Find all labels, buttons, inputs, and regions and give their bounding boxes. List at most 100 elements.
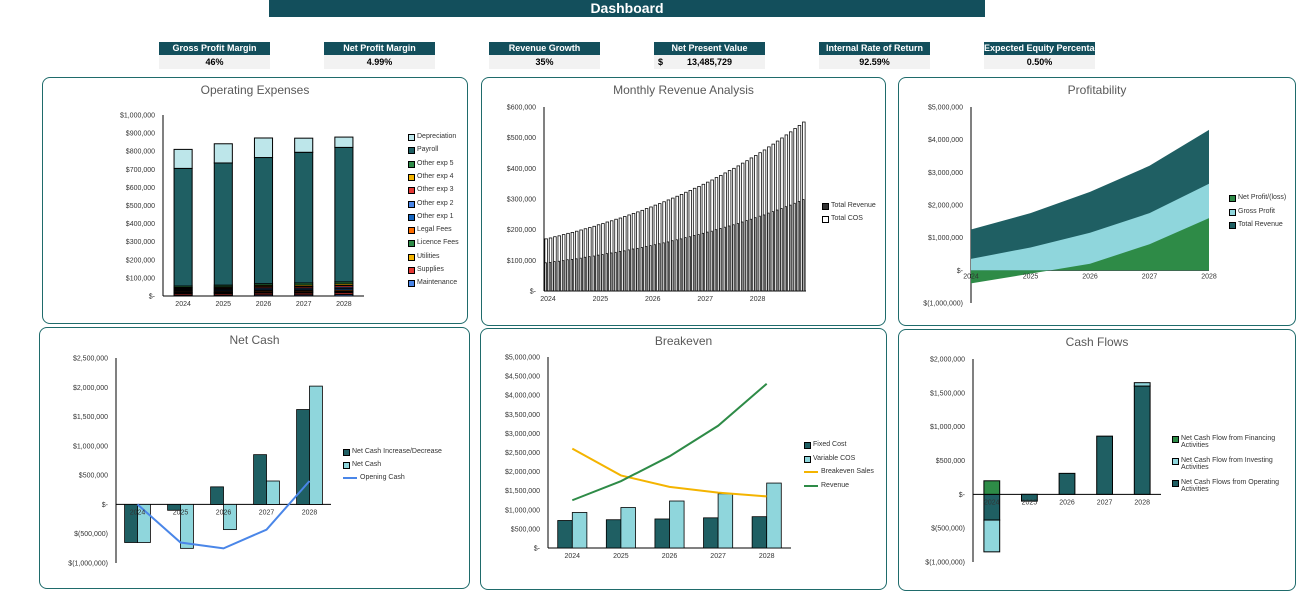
y-tick-label: $5,000,000: [928, 105, 963, 112]
legend-swatch-icon: [343, 462, 350, 469]
legend-item: Utilities: [408, 253, 440, 261]
y-tick-label: $500,000: [126, 203, 155, 210]
legend-swatch-icon: [822, 203, 829, 210]
bar-total-cos: [775, 209, 779, 292]
legend-item: Depreciation: [408, 133, 456, 141]
x-tick-label: 2027: [697, 296, 713, 303]
bar-total-cos: [692, 235, 696, 292]
bar-segment-net-cash-flow-from-investing-activities: [1133, 382, 1151, 387]
bar-net-cash-increase-decrease: [296, 409, 310, 505]
bar-total-cos: [723, 226, 726, 292]
y-tick-label: $4,000,000: [505, 393, 540, 400]
x-tick-label: 2028: [302, 509, 318, 516]
bar-segment-net-cash-flows-from-operating-activities: [1058, 472, 1076, 495]
y-tick-label: $5,000,000: [505, 355, 540, 362]
bar-segment-depreciation: [294, 137, 314, 153]
x-tick-label: 2025: [1023, 273, 1039, 280]
dashboard-title: Dashboard: [269, 0, 985, 17]
bar-net-cash-increase-decrease: [253, 454, 267, 505]
bar-total-cos: [623, 250, 626, 292]
legend-label: Licence Fees: [417, 239, 459, 247]
legend-item: Legal Fees: [408, 226, 452, 235]
bar-total-cos: [631, 248, 635, 292]
y-tick-label: $-: [530, 289, 537, 296]
bar-total-cos: [780, 208, 783, 292]
kpi-label: Revenue Growth: [489, 42, 600, 55]
legend-swatch-icon: [343, 477, 357, 479]
legend-swatch-icon: [408, 160, 415, 168]
legend-item: Gross Profit: [1229, 208, 1275, 216]
legend-item: Net Cash: [343, 461, 381, 469]
legend-label: Opening Cash: [360, 474, 405, 481]
legend-item: Net Cash Flow from Financing Activities: [1172, 435, 1291, 449]
y-tick-label: $500,000: [511, 526, 540, 533]
y-tick-label: $1,500,000: [930, 390, 965, 397]
bar-total-cos: [592, 255, 595, 292]
bar-total-cos: [697, 234, 700, 292]
kpi-value: 13,485,729: [686, 57, 733, 67]
y-tick-label: $900,000: [126, 131, 155, 138]
legend-item: Total Revenue: [822, 202, 876, 210]
legend-label: Fixed Cost: [813, 441, 847, 448]
y-tick-label: $1,000,000: [505, 507, 540, 514]
y-tick-label: $500,000: [79, 473, 108, 480]
x-tick-label: 2027: [1097, 499, 1113, 506]
x-tick-label: 2028: [1134, 499, 1150, 506]
x-tick-label: 2028: [1201, 273, 1217, 280]
chart-canvas: $- $100,000 $200,000 $300,000 $400,000 $500,0…: [120, 113, 364, 308]
legend-swatch-icon: [804, 484, 818, 487]
bar-segment-depreciation: [253, 137, 274, 159]
y-tick-label: $600,000: [126, 185, 155, 192]
bar-variable-cos: [620, 507, 636, 549]
bar-total-cos: [583, 256, 587, 292]
bar-segment-net-cash-flows-from-operating-activities: [1133, 385, 1151, 495]
legend-label: Total Revenue: [831, 202, 876, 209]
y-tick-label: $200,000: [126, 257, 155, 264]
legend-swatch-icon: [408, 253, 415, 261]
legend-label: Other exp 3: [417, 186, 454, 194]
legend-swatch-icon: [408, 213, 415, 221]
kpi-value: 35%: [489, 55, 600, 69]
bar-segment-net-cash-flow-from-investing-activities: [983, 519, 1001, 553]
y-tick-label: $(1,000,000): [925, 560, 965, 567]
legend-item: Supplies: [408, 266, 444, 274]
legend-item: Opening Cash: [343, 474, 405, 481]
bar-total-cos: [605, 253, 608, 292]
x-tick-label: 2028: [759, 553, 775, 560]
legend-item: Net Cash Increase/Decrease: [343, 448, 442, 456]
x-tick-label: 2025: [593, 296, 609, 303]
bar-fixed-cost: [654, 518, 670, 549]
x-tick-label: 2027: [710, 553, 726, 560]
bar-fixed-cost: [703, 517, 719, 549]
legend-swatch-icon: [408, 147, 415, 155]
bar-total-cos: [797, 201, 801, 292]
legend-label: Net Cash Increase/Decrease: [352, 448, 442, 455]
x-tick-label: 2027: [259, 509, 275, 516]
bar-total-cos: [644, 246, 648, 292]
legend-item: Other exp 3: [408, 186, 454, 195]
legend-item: Licence Fees: [408, 239, 459, 248]
y-tick-label: $400,000: [126, 221, 155, 228]
x-tick-label: 2026: [662, 553, 678, 560]
kpi-currency: $: [658, 57, 664, 67]
bar-variable-cos: [669, 500, 685, 549]
bar-total-cos: [614, 251, 617, 292]
kpi-label: Net Present Value: [654, 42, 765, 55]
x-tick-label: 2025: [173, 509, 189, 516]
legend-swatch-icon: [1172, 458, 1179, 465]
y-tick-label: $-: [959, 492, 966, 499]
bar-fixed-cost: [605, 519, 622, 549]
bar-total-cos: [684, 237, 687, 292]
y-tick-label: $(500,000): [74, 531, 108, 538]
bar-total-cos: [784, 206, 787, 292]
bar-variable-cos: [571, 512, 588, 549]
legend-item: Other exp 2: [408, 200, 454, 208]
bar-total-cos: [579, 257, 582, 292]
bar-total-cos: [609, 252, 613, 292]
legend-label: Legal Fees: [417, 226, 452, 234]
x-tick-label: 2025: [1022, 499, 1038, 506]
bar-total-cos: [767, 212, 770, 292]
x-tick-label: 2026: [256, 301, 272, 308]
bar-total-cos: [749, 218, 753, 292]
bar-total-cos: [553, 261, 556, 292]
